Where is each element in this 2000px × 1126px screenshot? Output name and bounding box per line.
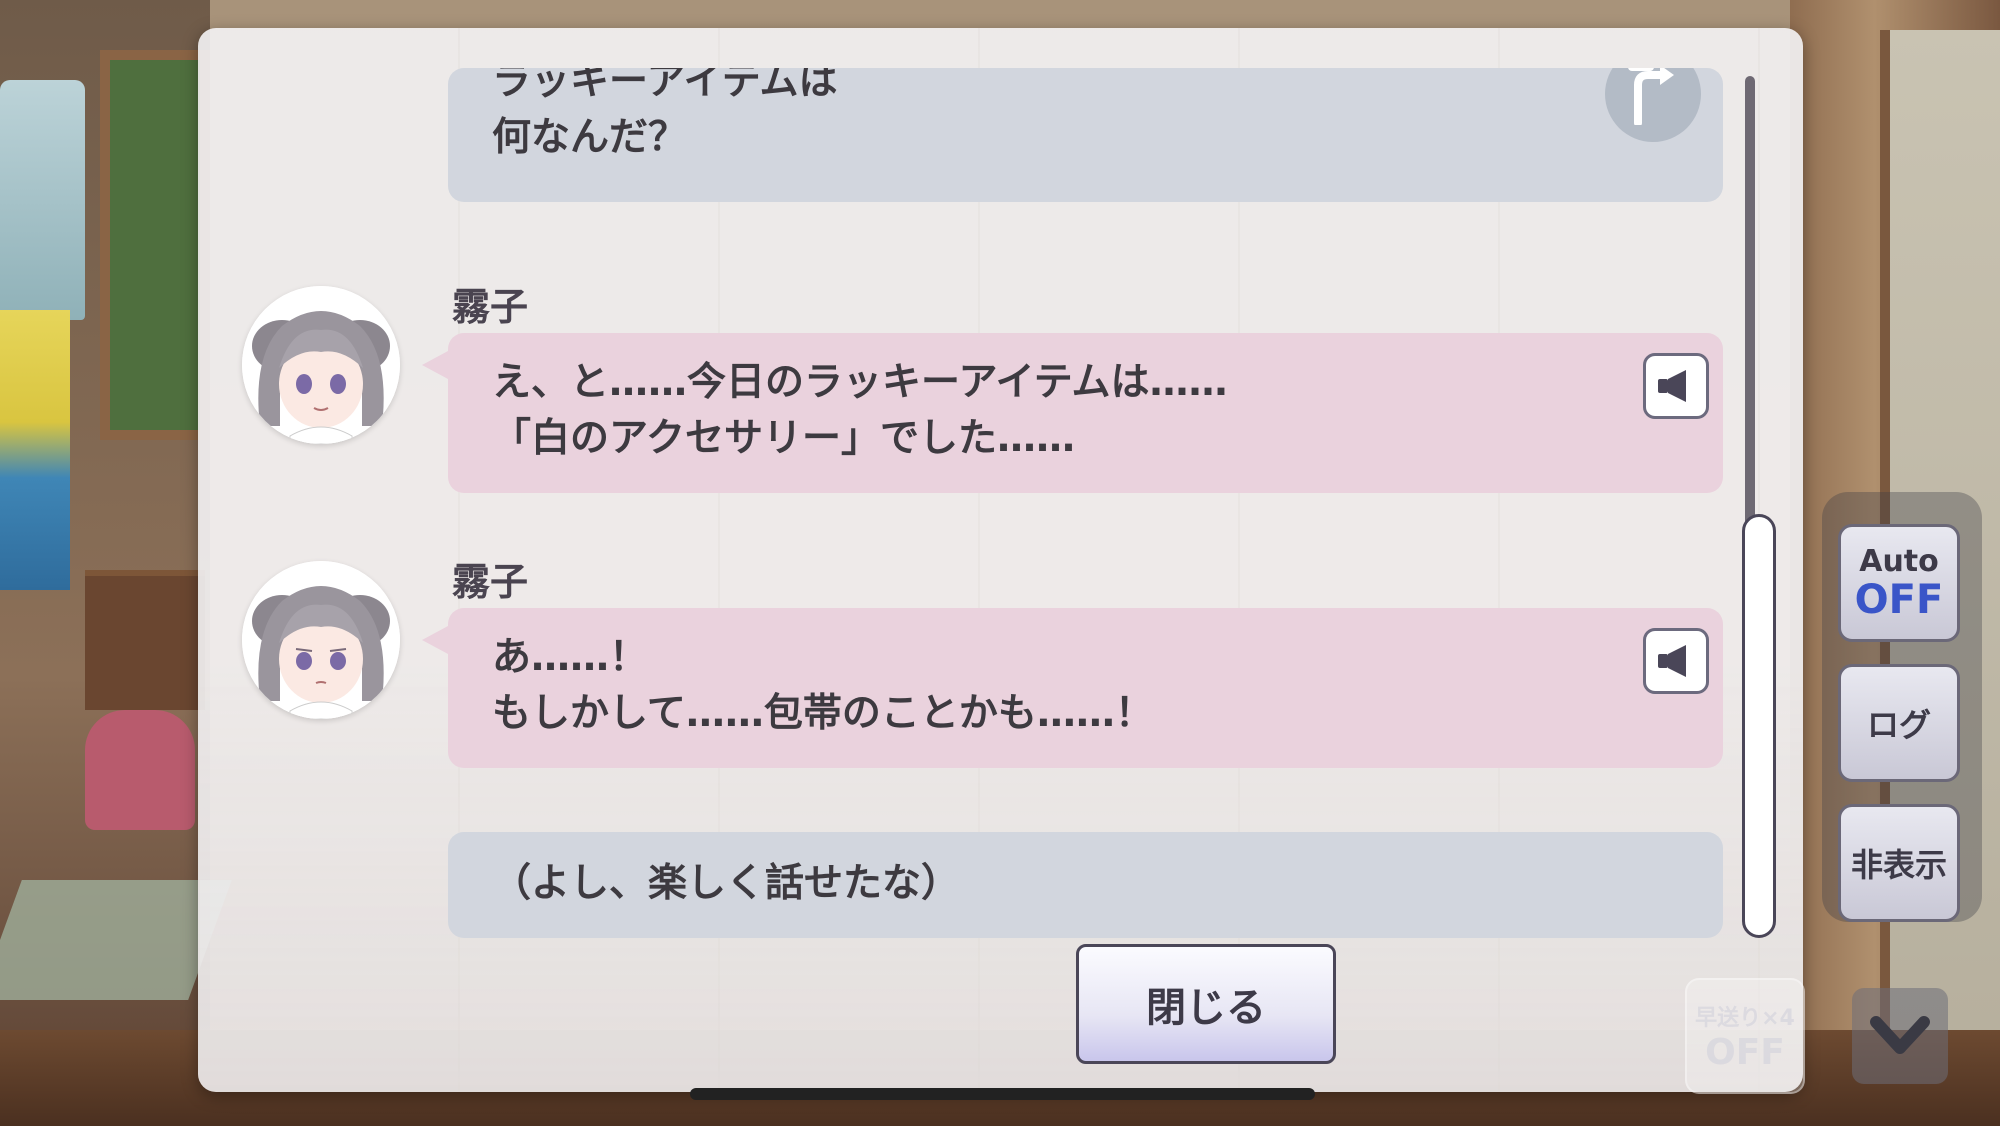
- auto-label: Auto: [1859, 544, 1939, 579]
- home-indicator: [690, 1088, 1315, 1100]
- log-scroll-area[interactable]: ラッキーアイテムは 何なんだ？ 霧子 え、と……今日のラッキーアイテムは…… 「…: [198, 68, 1728, 948]
- close-button[interactable]: 閉じる: [1076, 944, 1336, 1064]
- avatar: [242, 561, 400, 719]
- log-entry-narration: （よし、楽しく話せたな）: [448, 832, 1723, 938]
- log-panel: ラッキーアイテムは 何なんだ？ 霧子 え、と……今日のラッキーアイテムは…… 「…: [198, 28, 1803, 1092]
- hide-button-label: 非表示: [1850, 846, 1947, 884]
- background-poster: [0, 310, 70, 590]
- character-portrait: [242, 286, 400, 444]
- auto-state: OFF: [1854, 577, 1944, 623]
- fast-forward-label: 早送り×4: [1695, 1005, 1795, 1031]
- speaker-name: 霧子: [452, 285, 529, 329]
- voice-replay-button[interactable]: [1643, 628, 1709, 694]
- speaker-icon: [1658, 645, 1686, 677]
- log-entry-line: （よし、楽しく話せたな）: [492, 861, 961, 906]
- log-entry-speech: え、と……今日のラッキーアイテムは…… 「白のアクセサリー」でした……: [422, 333, 1723, 493]
- speaker-icon: [1658, 370, 1686, 402]
- background-window: [100, 50, 210, 440]
- voice-replay-button[interactable]: [1643, 353, 1709, 419]
- avatar: [242, 286, 400, 444]
- fast-forward-button[interactable]: 早送り×4 OFF: [1685, 978, 1805, 1094]
- log-entry-line: 「白のアクセサリー」でした……: [492, 416, 1076, 461]
- collapse-menu-button[interactable]: [1852, 988, 1948, 1084]
- jump-arrow-icon: [1628, 68, 1674, 125]
- chevron-down-icon: [1870, 1016, 1930, 1054]
- log-entry-line: もしかして……包帯のことかも……！: [492, 691, 1154, 736]
- log-entry-line: ラッキーアイテムは: [492, 68, 838, 104]
- log-entry-line: あ……！: [492, 635, 649, 680]
- background-stool: [85, 710, 195, 830]
- log-button[interactable]: ログ: [1838, 664, 1960, 782]
- fast-forward-state: OFF: [1705, 1031, 1785, 1073]
- background-shelf: [85, 570, 205, 710]
- character-portrait: [242, 561, 400, 719]
- log-entry-line: 何なんだ？: [492, 115, 688, 160]
- auto-button[interactable]: Auto OFF: [1838, 524, 1960, 642]
- hide-button[interactable]: 非表示: [1838, 804, 1960, 922]
- log-button-label: ログ: [1866, 706, 1931, 744]
- scrollbar-thumb[interactable]: [1742, 514, 1776, 938]
- log-entry-speech: あ……！ もしかして……包帯のことかも……！: [422, 608, 1723, 768]
- log-entry-line: え、と……今日のラッキーアイテムは……: [492, 360, 1228, 405]
- background-jacket: [0, 80, 85, 320]
- scrollbar-track[interactable]: [1745, 76, 1755, 536]
- speaker-name: 霧子: [452, 560, 529, 604]
- log-entry-narration: ラッキーアイテムは 何なんだ？: [448, 68, 1723, 202]
